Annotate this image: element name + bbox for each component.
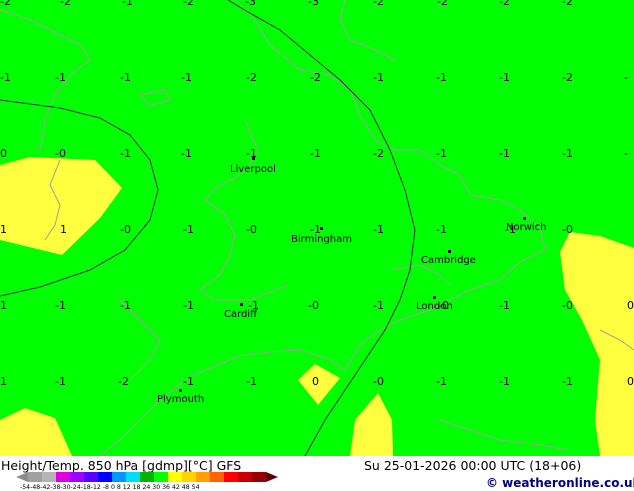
map-label: -2 (60, 0, 71, 8)
map-label: -0 (246, 223, 257, 236)
map-label: -2 (562, 0, 573, 8)
map-label: 0 (312, 375, 319, 388)
map-label: -1 (181, 147, 192, 160)
weather-map: -2 -2 -1 -2 -3 -3 -2 -2 -2 -2 -1 -1 -1 -… (0, 0, 634, 456)
map-label: 0 (0, 147, 7, 160)
map-label: -1 (499, 375, 510, 388)
map-label: - (624, 147, 628, 160)
map-label: 1 (0, 299, 7, 312)
map-label: -1 (436, 71, 447, 84)
map-label: - (624, 71, 628, 84)
city-marker (179, 389, 182, 392)
map-label: -1 (120, 71, 131, 84)
scale-cell (168, 472, 182, 482)
scale-arrow-right (266, 472, 278, 482)
map-label: -1 (120, 147, 131, 160)
map-label: -2 (373, 147, 384, 160)
city-marker (433, 296, 436, 299)
city-label: Norwich (506, 222, 547, 233)
scale-cell (196, 472, 210, 482)
scale-cell (126, 472, 140, 482)
map-label: -1 (181, 71, 192, 84)
map-label: -1 (562, 375, 573, 388)
map-label: -2 (499, 0, 510, 8)
map-label: -1 (499, 71, 510, 84)
map-label: -2 (183, 0, 194, 8)
map-label: -1 (373, 223, 384, 236)
map-label: -1 (122, 0, 133, 8)
scale-cell (98, 472, 112, 482)
map-label: 1 (0, 223, 7, 236)
city-label: Cambridge (421, 255, 476, 266)
map-label: -1 (55, 299, 66, 312)
map-label: -1 (499, 147, 510, 160)
map-label: 1 (0, 375, 7, 388)
scale-cell (84, 472, 98, 482)
map-label: 1 (60, 223, 67, 236)
scale-arrow-left (16, 472, 28, 482)
map-label: -1 (0, 71, 11, 84)
map-label: -2 (437, 0, 448, 8)
scale-cell (154, 472, 168, 482)
scale-cell (238, 472, 252, 482)
map-label: -1 (55, 71, 66, 84)
scale-cell (112, 472, 126, 482)
map-label: -1 (436, 375, 447, 388)
map-label: -1 (373, 299, 384, 312)
map-label: -1 (436, 147, 447, 160)
map-label: -1 (373, 71, 384, 84)
scale-cell (70, 472, 84, 482)
map-label: -1 (183, 375, 194, 388)
city-label: Cardiff (224, 309, 258, 320)
scale-cell (252, 472, 266, 482)
map-label: -2 (246, 71, 257, 84)
map-label: -0 (120, 223, 131, 236)
color-scale (16, 472, 278, 482)
scale-cell (182, 472, 196, 482)
map-label: -3 (245, 0, 256, 8)
map-label: -0 (55, 147, 66, 160)
city-label: Birmingham (291, 234, 352, 245)
city-marker (252, 157, 255, 160)
map-label: -1 (246, 375, 257, 388)
map-label: -3 (308, 0, 319, 8)
scale-cell (42, 472, 56, 482)
map-label: -0 (308, 299, 319, 312)
map-label: -1 (310, 147, 321, 160)
scale-cell (56, 472, 70, 482)
scale-cell (224, 472, 238, 482)
map-label: -2 (562, 71, 573, 84)
city-marker (240, 303, 243, 306)
map-label: -0 (562, 299, 573, 312)
scale-cell (28, 472, 42, 482)
map-label: -2 (118, 375, 129, 388)
city-marker (523, 217, 526, 220)
copyright[interactable]: © weatheronline.co.uk (486, 476, 634, 490)
map-label: -2 (310, 71, 321, 84)
map-label: -1 (499, 299, 510, 312)
map-label: -1 (55, 375, 66, 388)
map-label: -1 (436, 223, 447, 236)
map-label: 0 (627, 375, 634, 388)
map-label: -2 (0, 0, 11, 8)
map-label: -1 (183, 223, 194, 236)
scale-cell (210, 472, 224, 482)
city-marker (448, 250, 451, 253)
forecast-datetime: Su 25-01-2026 00:00 UTC (18+06) (364, 458, 582, 473)
map-label: -0 (373, 375, 384, 388)
map-label: -1 (246, 147, 257, 160)
city-label: London (416, 301, 453, 312)
city-label: Plymouth (157, 394, 204, 405)
city-marker (320, 227, 323, 230)
scale-cell (140, 472, 154, 482)
map-label: -1 (120, 299, 131, 312)
map-label: 0 (627, 299, 634, 312)
map-label: -0 (562, 223, 573, 236)
city-label: Liverpool (230, 164, 276, 175)
map-label: -2 (373, 0, 384, 8)
map-label: -1 (183, 299, 194, 312)
map-label: -1 (562, 147, 573, 160)
